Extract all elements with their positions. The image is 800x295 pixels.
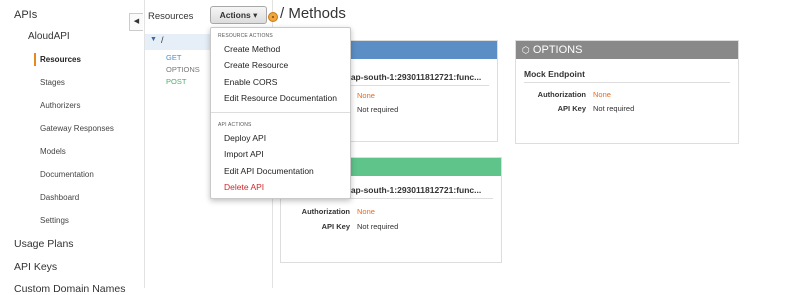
- tree-method-get[interactable]: GET: [166, 53, 181, 62]
- options-api-key-label: API Key: [557, 104, 586, 113]
- menu-divider: [211, 112, 350, 113]
- method-card-options[interactable]: ⬡ OPTIONS Mock Endpoint Authorization No…: [515, 40, 739, 144]
- actions-dropdown-menu: RESOURCE ACTIONS Create Method Create Re…: [210, 27, 351, 199]
- menu-item-delete-api[interactable]: Delete API: [224, 182, 264, 192]
- method-card-get-endpoint: :ap-south-1:293011812721:func...: [348, 72, 482, 82]
- nav-item-gateway-responses[interactable]: Gateway Responses: [40, 124, 114, 133]
- nav-item-stages[interactable]: Stages: [40, 78, 65, 87]
- left-navigation: APIs AloudAPI Resources Stages Authorize…: [0, 0, 145, 295]
- post-api-key-label: API Key: [321, 222, 350, 231]
- post-api-key-value: Not required: [357, 222, 399, 231]
- post-authorization-value: None: [357, 207, 375, 216]
- page-title: / Methods: [280, 5, 346, 22]
- menu-item-enable-cors[interactable]: Enable CORS: [224, 77, 277, 87]
- nav-custom-domain-link[interactable]: Custom Domain Names: [14, 283, 125, 295]
- nav-item-models[interactable]: Models: [40, 147, 66, 156]
- tree-root-path: /: [161, 35, 164, 45]
- menu-item-deploy-api[interactable]: Deploy API: [224, 133, 266, 143]
- divider: [524, 82, 730, 83]
- nav-api-aloudapi[interactable]: AloudAPI: [28, 31, 70, 42]
- get-authorization-value: None: [357, 91, 375, 100]
- menu-item-create-method[interactable]: Create Method: [224, 44, 280, 54]
- nav-item-settings[interactable]: Settings: [40, 216, 69, 225]
- caret-left-icon: ◀: [133, 18, 140, 25]
- method-card-options-endpoint: Mock Endpoint: [524, 69, 585, 79]
- actions-dropdown-button[interactable]: Actions ▾: [210, 6, 267, 24]
- menu-item-edit-resource-documentation[interactable]: Edit Resource Documentation: [224, 93, 337, 103]
- nav-item-resources[interactable]: Resources: [40, 55, 81, 64]
- options-authorization-value: None: [593, 90, 611, 99]
- nav-item-authorizers[interactable]: Authorizers: [40, 101, 80, 110]
- tree-method-options[interactable]: OPTIONS: [166, 65, 200, 74]
- tree-method-post[interactable]: POST: [166, 77, 186, 86]
- method-card-options-header[interactable]: ⬡ OPTIONS: [516, 41, 738, 59]
- menu-section-resource-actions: RESOURCE ACTIONS: [218, 33, 273, 39]
- menu-item-edit-api-documentation[interactable]: Edit API Documentation: [224, 166, 314, 176]
- menu-item-import-api[interactable]: Import API: [224, 149, 264, 159]
- nav-usage-plans-link[interactable]: Usage Plans: [14, 238, 74, 250]
- method-card-options-title: OPTIONS: [532, 44, 583, 56]
- options-api-key-value: Not required: [593, 104, 635, 113]
- nav-apis-link[interactable]: APIs: [14, 9, 37, 21]
- nav-item-documentation[interactable]: Documentation: [40, 170, 94, 179]
- nav-item-dashboard[interactable]: Dashboard: [40, 193, 79, 202]
- menu-item-create-resource[interactable]: Create Resource: [224, 60, 288, 70]
- active-indicator: [34, 53, 36, 66]
- get-api-key-value: Not required: [357, 105, 399, 114]
- collapse-nav-button[interactable]: ◀: [129, 13, 143, 31]
- menu-section-api-actions: API ACTIONS: [218, 122, 252, 128]
- caret-down-icon[interactable]: ▼: [150, 36, 157, 43]
- resource-tree-header: Resources: [148, 11, 194, 22]
- cube-icon: ⬡: [522, 45, 530, 55]
- loading-spinner-icon: [268, 12, 278, 22]
- post-authorization-label: Authorization: [301, 207, 350, 216]
- options-authorization-label: Authorization: [537, 90, 586, 99]
- nav-api-keys-link[interactable]: API Keys: [14, 261, 57, 273]
- method-card-post-endpoint: :ap-south-1:293011812721:func...: [348, 185, 482, 195]
